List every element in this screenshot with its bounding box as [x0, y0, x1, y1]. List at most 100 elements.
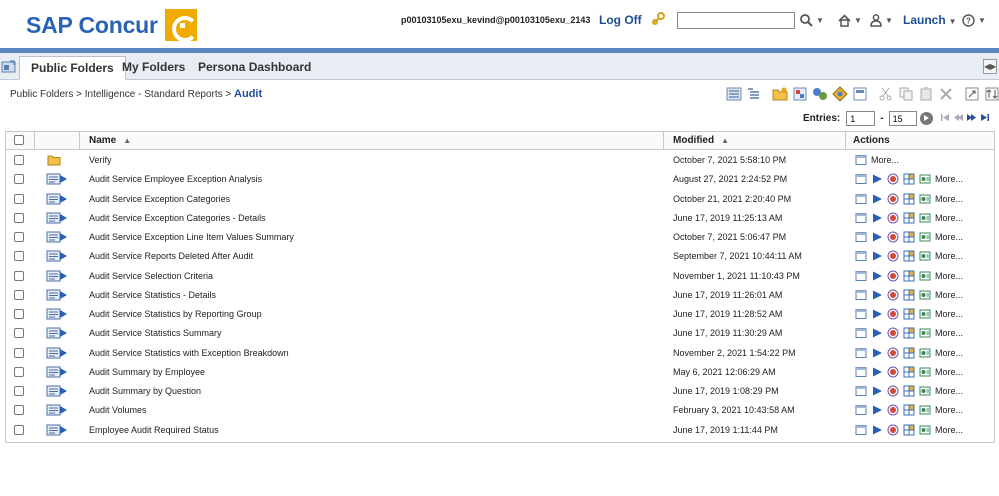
more-actions-link[interactable]: More... — [935, 328, 963, 338]
view-icon[interactable] — [855, 289, 867, 301]
row-checkbox[interactable] — [14, 386, 24, 396]
tab-persona-dashboard[interactable]: Persona Dashboard — [187, 56, 322, 80]
run-icon[interactable] — [871, 347, 883, 359]
details-view-icon[interactable] — [746, 86, 762, 102]
view-icon[interactable] — [855, 231, 867, 243]
go-button[interactable] — [919, 112, 933, 125]
row-checkbox[interactable] — [14, 347, 24, 358]
breadcrumb-public-folders[interactable]: Public Folders — [10, 89, 73, 100]
list-view-icon[interactable] — [726, 86, 742, 102]
view-icon[interactable] — [855, 366, 867, 378]
table-row[interactable]: Audit Service Statistics by Reporting Gr… — [6, 305, 994, 324]
properties-icon[interactable] — [919, 366, 931, 378]
view-icon[interactable] — [855, 347, 867, 359]
row-checkbox[interactable] — [14, 289, 24, 300]
run-icon[interactable] — [871, 250, 883, 262]
row-name[interactable]: Audit Service Exception Line Item Values… — [89, 232, 294, 242]
properties-icon[interactable] — [919, 173, 931, 185]
schedule-icon[interactable] — [887, 231, 899, 243]
row-checkbox[interactable] — [14, 405, 24, 416]
home-menu[interactable]: ▼ — [838, 12, 862, 28]
table-row[interactable]: Employee Audit Required Status June 17, 2… — [6, 421, 994, 440]
table-row[interactable]: Audit Service Statistics with Exception … — [6, 344, 994, 363]
select-all-checkbox[interactable] — [14, 135, 24, 145]
properties-icon[interactable] — [919, 308, 931, 320]
row-name[interactable]: Audit Service Exception Categories — [89, 194, 230, 204]
row-checkbox[interactable] — [14, 309, 24, 319]
run-icon[interactable] — [871, 308, 883, 320]
home-folder-icon[interactable] — [1, 59, 16, 73]
row-checkbox[interactable] — [14, 155, 24, 165]
more-actions-link[interactable]: More... — [935, 425, 963, 435]
properties-icon[interactable] — [919, 327, 931, 339]
schedule-icon[interactable] — [887, 366, 899, 378]
row-name[interactable]: Audit Service Reports Deleted After Audi… — [89, 251, 253, 261]
row-name[interactable]: Audit Service Statistics by Reporting Gr… — [89, 309, 262, 319]
schedule-icon[interactable] — [887, 250, 899, 262]
schedule-icon[interactable] — [887, 212, 899, 224]
tab-public-folders[interactable]: Public Folders — [19, 56, 126, 80]
last-page-icon[interactable] — [979, 112, 990, 123]
view-icon[interactable] — [855, 385, 867, 397]
row-name[interactable]: Audit Volumes — [89, 405, 147, 415]
row-checkbox[interactable] — [14, 212, 24, 223]
table-row[interactable]: Audit Service Exception Categories - Det… — [6, 209, 994, 228]
properties-icon[interactable] — [919, 289, 931, 301]
history-icon[interactable] — [903, 231, 915, 243]
schedule-icon[interactable] — [887, 173, 899, 185]
collapse-panel-icon[interactable]: ◀▶ — [983, 59, 997, 74]
row-name[interactable]: Audit Service Employee Exception Analysi… — [89, 174, 262, 184]
cut-icon[interactable] — [878, 86, 894, 102]
more-actions-link[interactable]: More... — [935, 290, 963, 300]
row-checkbox[interactable] — [14, 424, 24, 435]
properties-icon[interactable] — [919, 424, 931, 436]
properties-icon[interactable] — [919, 347, 931, 359]
table-row[interactable]: Audit Summary by Employee May 6, 2021 12:… — [6, 363, 994, 382]
schedule-icon[interactable] — [812, 86, 828, 102]
view-icon[interactable] — [855, 404, 867, 416]
row-name[interactable]: Audit Service Statistics - Details — [89, 290, 216, 300]
row-name[interactable]: Audit Service Exception Categories - Det… — [89, 213, 266, 223]
view-icon[interactable] — [855, 327, 867, 339]
history-icon[interactable] — [903, 404, 915, 416]
view-icon[interactable] — [855, 212, 867, 224]
more-actions-link[interactable]: More... — [935, 367, 963, 377]
log-off-link[interactable]: Log Off — [599, 13, 642, 27]
schedule-icon[interactable] — [887, 347, 899, 359]
properties-icon[interactable] — [832, 86, 848, 102]
view-icon[interactable] — [855, 424, 867, 436]
row-name[interactable]: Employee Audit Required Status — [89, 425, 219, 435]
entries-to-input[interactable] — [888, 111, 917, 126]
schedule-icon[interactable] — [887, 404, 899, 416]
history-icon[interactable] — [903, 327, 915, 339]
search-menu[interactable]: ▼ — [800, 12, 824, 28]
run-icon[interactable] — [871, 366, 883, 378]
view-icon[interactable] — [855, 308, 867, 320]
row-checkbox[interactable] — [14, 174, 24, 185]
more-actions-link[interactable]: More... — [871, 155, 899, 165]
row-checkbox[interactable] — [14, 251, 24, 262]
entries-from-input[interactable] — [846, 111, 876, 126]
table-row[interactable]: Audit Service Exception Categories Octobe… — [6, 190, 994, 209]
history-icon[interactable] — [903, 270, 915, 282]
run-icon[interactable] — [871, 231, 883, 243]
copy-icon[interactable] — [898, 86, 914, 102]
run-icon[interactable] — [871, 270, 883, 282]
tab-my-folders[interactable]: My Folders — [111, 56, 196, 80]
run-icon[interactable] — [871, 424, 883, 436]
more-actions-link[interactable]: More... — [935, 271, 963, 281]
row-checkbox[interactable] — [14, 193, 24, 204]
row-name[interactable]: Audit Service Statistics with Exception … — [89, 348, 289, 358]
history-icon[interactable] — [903, 308, 915, 320]
run-icon[interactable] — [871, 193, 883, 205]
row-name[interactable]: Audit Summary by Employee — [89, 367, 205, 377]
schedule-icon[interactable] — [887, 385, 899, 397]
schedule-icon[interactable] — [887, 424, 899, 436]
row-checkbox[interactable] — [14, 366, 24, 377]
column-header-modified[interactable]: Modified ▲︎ — [673, 132, 729, 150]
link-icon[interactable] — [651, 12, 665, 26]
more-actions-link[interactable]: More... — [935, 213, 963, 223]
run-icon[interactable] — [871, 212, 883, 224]
first-page-icon[interactable] — [940, 112, 951, 123]
column-header-name[interactable]: Name ▲︎ — [89, 132, 131, 150]
